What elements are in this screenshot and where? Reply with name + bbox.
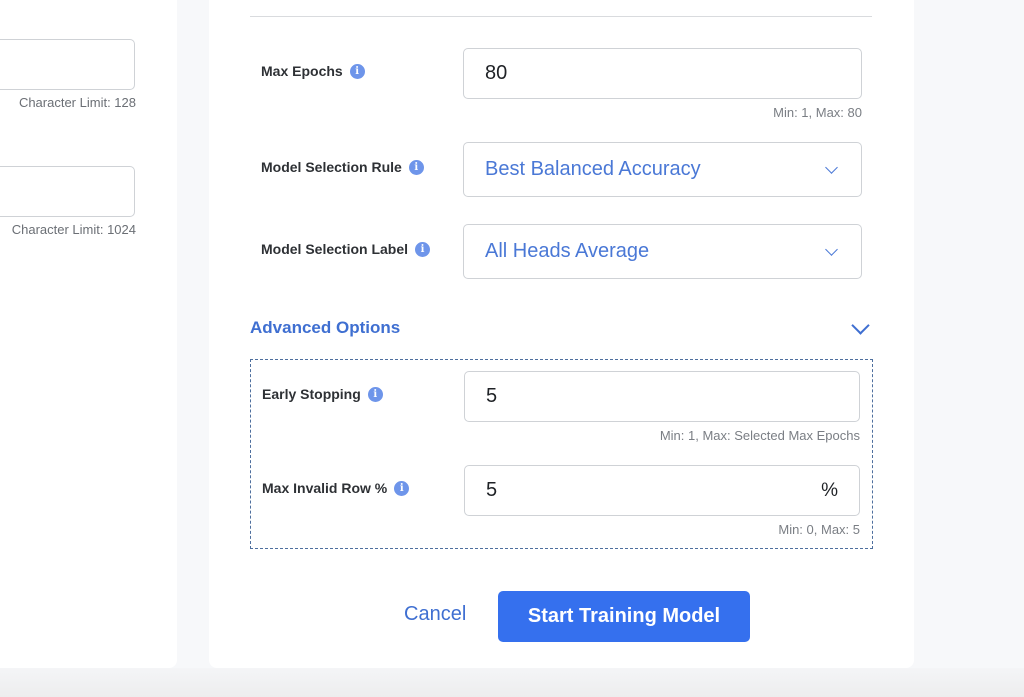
- name-character-limit: Character Limit: 128: [18, 95, 136, 110]
- cancel-button[interactable]: Cancel: [404, 603, 466, 626]
- max-invalid-row-hint: Min: 0, Max: 5: [778, 522, 860, 537]
- max-epochs-hint: Min: 1, Max: 80: [773, 105, 862, 120]
- early-stopping-label: Early Stopping i: [262, 386, 383, 402]
- info-icon[interactable]: i: [367, 386, 383, 402]
- chevron-down-icon: [825, 242, 838, 256]
- model-selection-rule-label-text: Model Selection Rule: [261, 159, 402, 175]
- advanced-options-toggle[interactable]: Advanced Options: [250, 318, 400, 338]
- info-icon[interactable]: i: [408, 159, 424, 175]
- max-epochs-label-text: Max Epochs: [261, 63, 343, 79]
- start-training-button[interactable]: Start Training Model: [498, 591, 750, 642]
- name-input[interactable]: [0, 39, 135, 90]
- max-invalid-row-input[interactable]: 5 %: [464, 465, 860, 516]
- max-invalid-row-label-text: Max Invalid Row %: [262, 480, 388, 496]
- model-selection-rule-select[interactable]: Best Balanced Accuracy: [463, 142, 862, 197]
- description-input[interactable]: [0, 166, 135, 217]
- window-bottom-edge: [0, 668, 1024, 697]
- section-divider: [250, 16, 872, 17]
- model-selection-label-label: Model Selection Label i: [261, 241, 431, 257]
- max-invalid-row-value: 5: [486, 479, 498, 501]
- info-icon[interactable]: i: [415, 241, 431, 257]
- early-stopping-hint: Min: 1, Max: Selected Max Epochs: [659, 428, 860, 443]
- info-icon[interactable]: i: [349, 63, 365, 79]
- max-epochs-input[interactable]: 80: [463, 48, 862, 99]
- info-icon[interactable]: i: [394, 480, 410, 496]
- early-stopping-value: 5: [486, 385, 498, 407]
- model-selection-label-value: All Heads Average: [485, 240, 650, 262]
- model-selection-label-label-text: Model Selection Label: [261, 241, 409, 257]
- model-selection-rule-value: Best Balanced Accuracy: [485, 158, 701, 180]
- early-stopping-input[interactable]: 5: [464, 371, 860, 422]
- model-selection-rule-label: Model Selection Rule i: [261, 159, 424, 175]
- max-epochs-label: Max Epochs i: [261, 63, 365, 79]
- max-invalid-row-label: Max Invalid Row % i: [262, 480, 410, 496]
- model-selection-label-select[interactable]: All Heads Average: [463, 224, 862, 279]
- percent-suffix: %: [821, 479, 838, 501]
- description-character-limit: Character Limit: 1024: [11, 222, 136, 237]
- max-epochs-value: 80: [485, 62, 508, 84]
- chevron-down-icon: [825, 160, 838, 174]
- early-stopping-label-text: Early Stopping: [262, 386, 361, 402]
